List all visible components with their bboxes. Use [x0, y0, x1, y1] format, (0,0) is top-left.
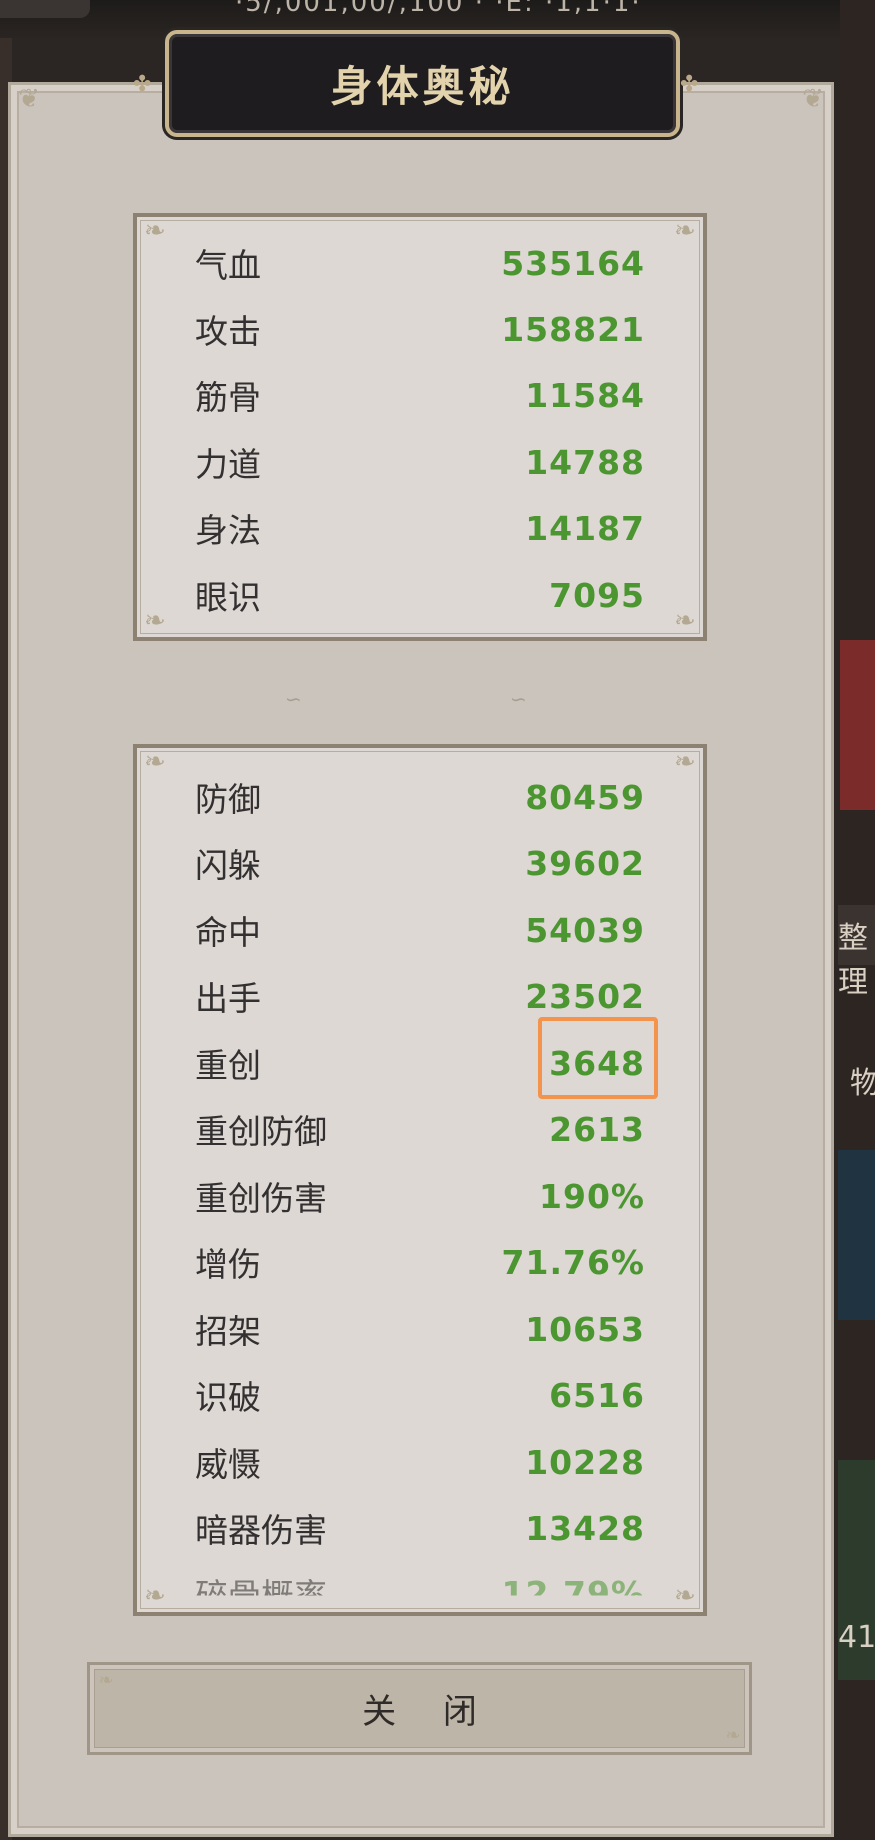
stat-value: 14187	[525, 508, 645, 548]
background-top-text: ·5/,001,00/,100 · ·E: ·1,1·1·	[235, 0, 642, 18]
title-plate: ✤ 身体奥秘 ✤	[133, 30, 698, 137]
stat-label: 招架	[195, 1312, 261, 1351]
stat-row: 出手 23502	[195, 971, 645, 1021]
divider-line-left	[150, 693, 280, 707]
stat-row: 重创防御 2613	[195, 1104, 645, 1154]
stat-value: 80459	[525, 777, 645, 817]
stat-label: 识破	[195, 1378, 261, 1417]
title-ornament-right-icon: ✤	[680, 72, 699, 97]
stat-label: 重创防御	[195, 1112, 327, 1151]
divider-line-right	[560, 693, 690, 707]
basic-stats-panel: ❧ ❧ ❧ ❧ 气血 535164 攻击 158821 筋骨 11584 力道 …	[133, 213, 707, 641]
stat-row: 威慑 10228	[195, 1437, 645, 1487]
divider-ornament-left-icon: ∽	[285, 687, 302, 711]
stat-label: 攻击	[195, 312, 261, 351]
stat-row: 暗器伤害 13428	[195, 1503, 645, 1553]
stat-row: 筋骨 11584	[195, 370, 645, 420]
background-tab-2: 物	[838, 1050, 875, 1110]
stat-row: 命中 54039	[195, 905, 645, 955]
stat-label: 增伤	[195, 1245, 261, 1284]
stat-value: 11584	[525, 375, 645, 415]
stat-row: 重创伤害 190%	[195, 1171, 645, 1221]
corner-ornament-icon: ❧	[674, 216, 696, 246]
corner-ornament-icon: ❧	[725, 1725, 741, 1746]
stat-row: 力道 14788	[195, 437, 645, 487]
stat-label: 暗器伤害	[195, 1511, 327, 1550]
advanced-stats-panel[interactable]: ❧ ❧ ❧ ❧ 防御 80459 闪躲 39602 命中 54039 出手 23…	[133, 744, 707, 1616]
stat-label: 眼识	[195, 578, 261, 617]
corner-ornament-icon: ❧	[674, 606, 696, 636]
title-ornament-left-icon: ✤	[133, 72, 152, 97]
corner-ornament-icon: ❧	[144, 747, 166, 777]
stat-value: 54039	[525, 910, 645, 950]
stat-value: 12.79%	[501, 1573, 645, 1613]
stat-label: 碎骨概率	[195, 1576, 327, 1615]
stat-value: 6516	[549, 1375, 645, 1415]
stat-label: 防御	[195, 780, 261, 819]
background-tab: 整理	[838, 905, 875, 1000]
divider-ornament-right-icon: ∽	[510, 687, 527, 711]
background-blue-slot	[838, 1150, 875, 1320]
corner-ornament-icon: ❧	[98, 1670, 114, 1691]
corner-ornament-icon: ❧	[144, 216, 166, 246]
stat-label: 重创伤害	[195, 1179, 327, 1218]
stat-row: 气血 535164	[195, 238, 645, 288]
stat-value: 23502	[525, 976, 645, 1016]
stat-label: 威慑	[195, 1445, 261, 1484]
stat-label: 命中	[195, 913, 261, 952]
stat-label: 力道	[195, 445, 261, 484]
stat-value: 535164	[501, 243, 645, 283]
stat-row: 识破 6516	[195, 1370, 645, 1420]
stat-row: 防御 80459	[195, 772, 645, 822]
stat-label: 重创	[195, 1046, 261, 1085]
close-button-label: 关 闭	[362, 1692, 495, 1732]
stat-row: 招架 10653	[195, 1304, 645, 1354]
background-top-pill	[0, 0, 90, 18]
corner-ornament-icon: ❧	[674, 747, 696, 777]
stat-label: 身法	[195, 511, 261, 550]
stat-value: 71.76%	[501, 1242, 645, 1282]
background-label-number: 41	[838, 1620, 875, 1655]
stat-row: 增伤 71.76%	[195, 1237, 645, 1287]
stat-row: 眼识 7095	[195, 570, 645, 620]
stat-value: 10653	[525, 1309, 645, 1349]
stat-row-partial: 碎骨概率 12.79%	[195, 1568, 645, 1615]
stat-row: 身法 14187	[195, 503, 645, 553]
stat-row: 闪躲 39602	[195, 838, 645, 888]
stat-label: 筋骨	[195, 378, 261, 417]
background-label-item: 物	[850, 1066, 875, 1101]
stat-value: 190%	[539, 1176, 645, 1216]
dialog-title: 身体奥秘	[330, 62, 515, 111]
corner-ornament-icon: ❦	[802, 84, 824, 114]
stat-value: 158821	[501, 309, 645, 349]
stat-value: 10228	[525, 1442, 645, 1482]
stat-label: 气血	[195, 246, 261, 285]
corner-ornament-icon: ❧	[144, 606, 166, 636]
stat-label: 出手	[195, 979, 261, 1018]
stat-label: 闪躲	[195, 846, 261, 885]
background-green-slot: 41	[838, 1460, 875, 1680]
highlight-box	[538, 1017, 658, 1099]
corner-ornament-icon: ❧	[144, 1581, 166, 1611]
stat-value: 39602	[525, 843, 645, 883]
corner-ornament-icon: ❦	[18, 84, 40, 114]
stat-value: 2613	[549, 1109, 645, 1149]
background-red-banner	[840, 640, 875, 810]
stat-value: 14788	[525, 442, 645, 482]
background-label-organize: 整理	[838, 921, 868, 1000]
corner-ornament-icon: ❧	[674, 1581, 696, 1611]
stat-value: 13428	[525, 1508, 645, 1548]
close-button[interactable]: ❧ ❧ 关 闭	[87, 1662, 752, 1755]
stat-value: 7095	[549, 575, 645, 615]
stat-row: 攻击 158821	[195, 304, 645, 354]
